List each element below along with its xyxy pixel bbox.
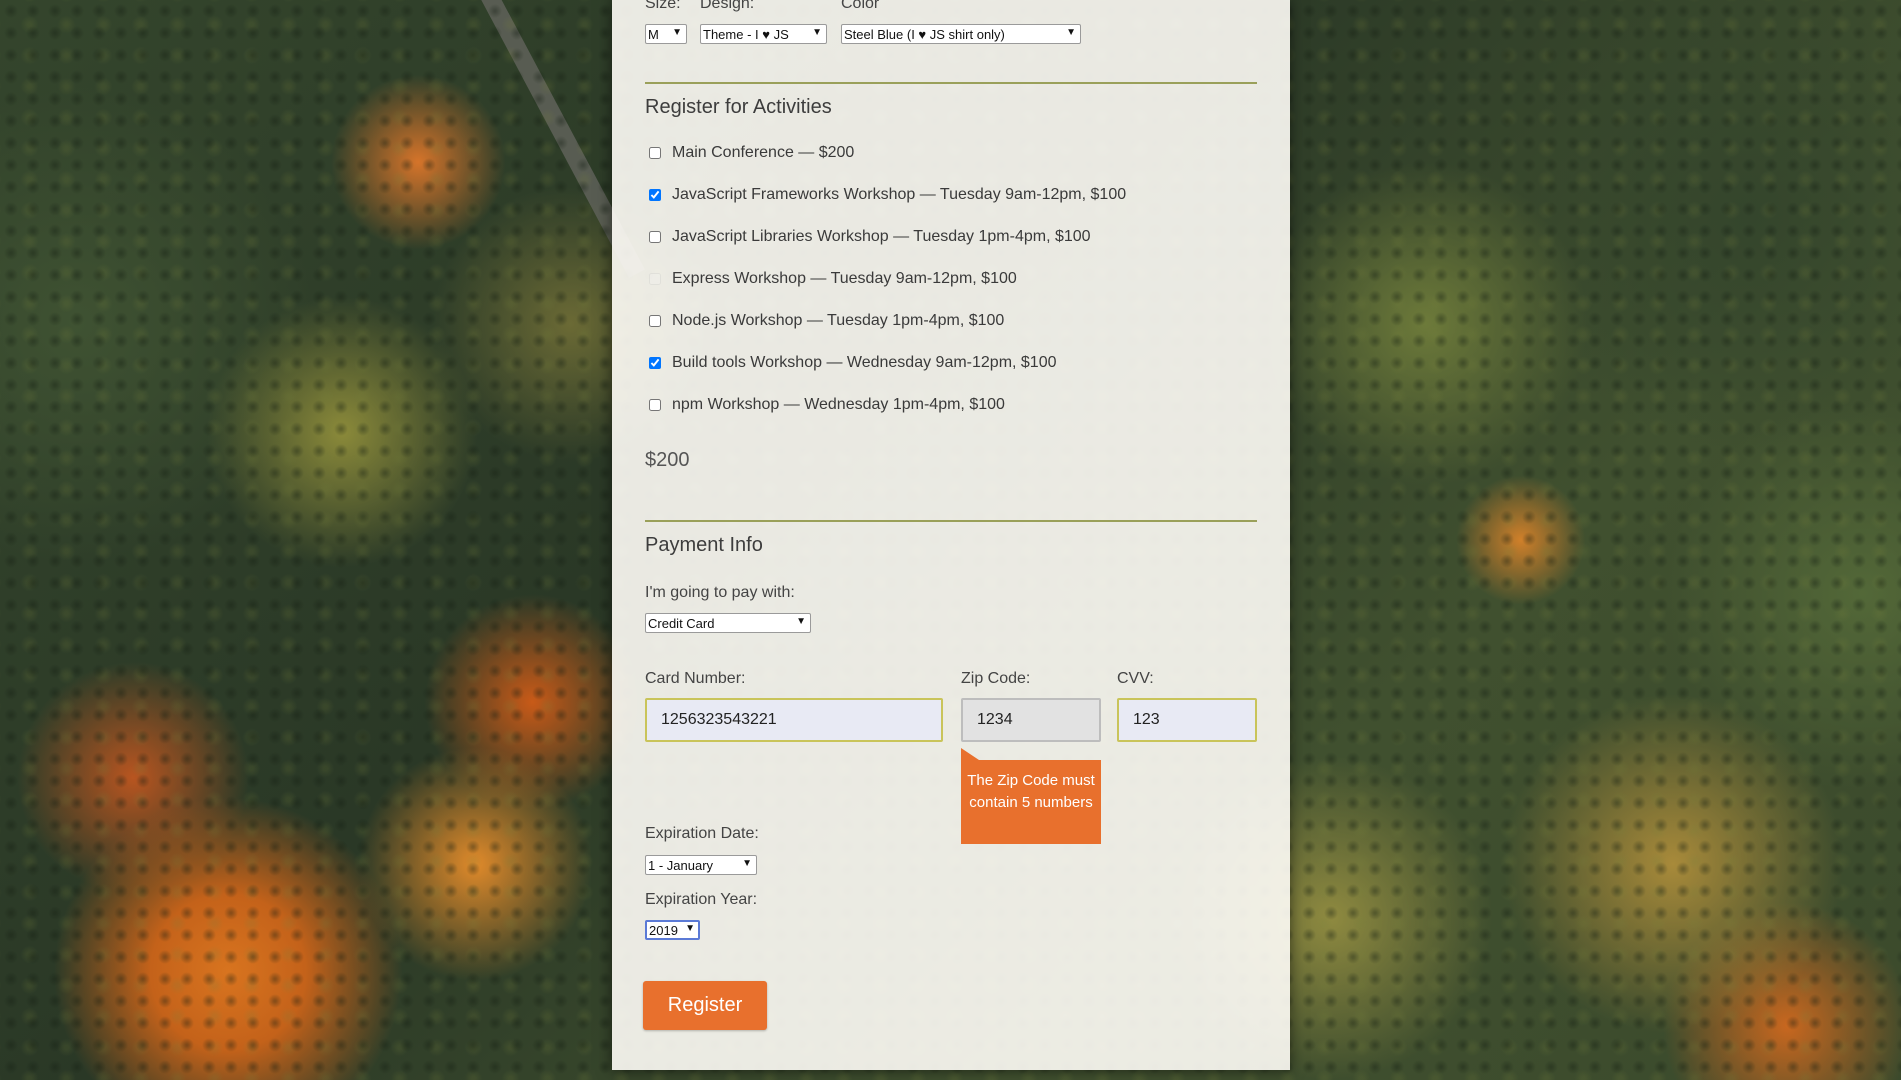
exp-date-label: Expiration Date: [645, 825, 759, 842]
activity-label: JavaScript Libraries Workshop — Tuesday … [672, 228, 1091, 245]
activity-checkbox[interactable] [649, 231, 661, 243]
activity-item[interactable]: JavaScript Libraries Workshop — Tuesday … [645, 228, 1091, 246]
activity-label: Main Conference — $200 [672, 144, 855, 161]
activity-checkbox [649, 273, 661, 285]
activity-label: npm Workshop — Wednesday 1pm-4pm, $100 [672, 396, 1005, 413]
activity-item[interactable]: JavaScript Frameworks Workshop — Tuesday… [645, 186, 1126, 204]
activity-label: Express Workshop — Tuesday 9am-12pm, $10… [672, 270, 1017, 287]
zip-code-input[interactable] [961, 698, 1101, 742]
section-divider [645, 520, 1257, 522]
exp-date-select-wrap[interactable]: 1 - January ▼ [645, 855, 757, 875]
size-select-wrap[interactable]: M ▼ [645, 24, 687, 44]
exp-year-label: Expiration Year: [645, 891, 758, 908]
activity-item: Express Workshop — Tuesday 9am-12pm, $10… [645, 270, 1017, 288]
color-select[interactable]: Steel Blue (I ♥ JS shirt only) [841, 24, 1081, 44]
design-label: Design: [700, 0, 755, 12]
activity-checkbox[interactable] [649, 357, 661, 369]
exp-year-select-wrap[interactable]: 2019 ▼ [645, 920, 700, 940]
activity-item[interactable]: npm Workshop — Wednesday 1pm-4pm, $100 [645, 396, 1005, 414]
payment-select-wrap[interactable]: Credit Card ▼ [645, 613, 811, 633]
register-button[interactable]: Register [643, 981, 767, 1030]
design-select-wrap[interactable]: Theme - I ♥ JS ▼ [700, 24, 827, 44]
activities-total: $200 [645, 449, 690, 471]
zip-label: Zip Code: [961, 670, 1031, 687]
cvv-label: CVV: [1117, 670, 1154, 687]
activity-checkbox[interactable] [649, 189, 661, 201]
section-divider [645, 82, 1257, 84]
activity-item[interactable]: Main Conference — $200 [645, 144, 854, 162]
card-number-label: Card Number: [645, 670, 746, 687]
design-select[interactable]: Theme - I ♥ JS [700, 24, 827, 44]
cvv-input[interactable] [1117, 698, 1257, 742]
activity-label: JavaScript Frameworks Workshop — Tuesday… [672, 186, 1127, 203]
payment-title: Payment Info [645, 534, 763, 556]
color-label: Color [841, 0, 880, 12]
activity-checkbox[interactable] [649, 315, 661, 327]
pay-with-label: I'm going to pay with: [645, 584, 795, 601]
color-select-wrap[interactable]: Steel Blue (I ♥ JS shirt only) ▼ [841, 24, 1081, 44]
registration-form-panel: Size: Design: Color M ▼ Theme - I ♥ JS ▼… [612, 0, 1290, 1070]
activity-item[interactable]: Build tools Workshop — Wednesday 9am-12p… [645, 354, 1057, 372]
size-select[interactable]: M [645, 24, 687, 44]
card-number-input[interactable] [645, 698, 943, 742]
exp-year-select[interactable]: 2019 [645, 920, 700, 940]
payment-method-select[interactable]: Credit Card [645, 613, 811, 633]
activities-title: Register for Activities [645, 96, 832, 118]
exp-month-select[interactable]: 1 - January [645, 855, 757, 875]
activity-checkbox[interactable] [649, 147, 661, 159]
zip-error-tooltip: The Zip Code must contain 5 numbers [961, 748, 1101, 844]
size-label: Size: [645, 0, 681, 12]
activity-label: Build tools Workshop — Wednesday 9am-12p… [672, 354, 1057, 371]
activity-item[interactable]: Node.js Workshop — Tuesday 1pm-4pm, $100 [645, 312, 1004, 330]
activity-checkbox[interactable] [649, 399, 661, 411]
activity-label: Node.js Workshop — Tuesday 1pm-4pm, $100 [672, 312, 1005, 329]
